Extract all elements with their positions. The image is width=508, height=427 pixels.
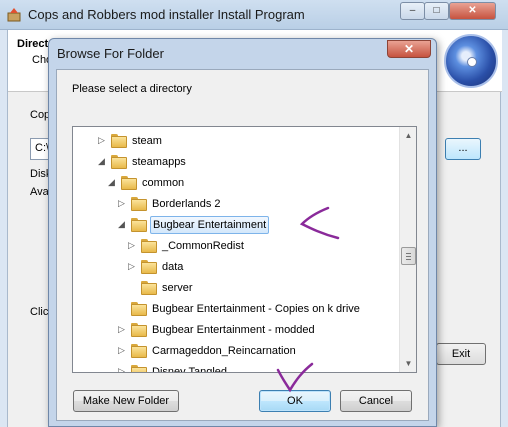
tree-item-label: common	[142, 177, 185, 189]
tree-item-label: Carmageddon_Reincarnation	[152, 345, 296, 357]
dialog-client: Please select a directory ▷ steam ◢ steamap…	[56, 69, 429, 421]
tree-item-label: server	[162, 282, 193, 294]
tree-item-label: Bugbear Entertainment	[150, 216, 270, 234]
expand-arrow-icon[interactable]: ▷	[117, 325, 126, 334]
installer-title: Cops and Robbers mod installer Install P…	[28, 7, 305, 22]
collapse-arrow-icon[interactable]: ◢	[117, 220, 126, 229]
expand-arrow-icon[interactable]: ▷	[117, 199, 126, 208]
tree-item-label: _CommonRedist	[162, 240, 244, 252]
tree-item[interactable]: ◢ common	[73, 173, 399, 194]
folder-icon	[141, 260, 157, 274]
tree-item[interactable]: ▷ Carmageddon_Reincarnation	[73, 341, 399, 362]
ok-button[interactable]: OK	[259, 390, 331, 412]
dialog-title: Browse For Folder	[57, 46, 164, 61]
folder-icon	[131, 323, 147, 337]
tree-item[interactable]: ▷ Bugbear Entertainment - modded	[73, 320, 399, 341]
expand-arrow-icon[interactable]: ▷	[117, 346, 126, 355]
tree-item[interactable]: ▷ Borderlands 2	[73, 194, 399, 215]
folder-icon	[121, 176, 137, 190]
tree-item-label: steam	[132, 135, 162, 147]
tree-item-label: Bugbear Entertainment - Copies on k driv…	[152, 303, 360, 315]
maximize-button[interactable]: □	[424, 2, 449, 20]
tree-item[interactable]: ▷ Disney Tangled	[73, 362, 399, 373]
tree-item[interactable]: ▷ steam	[73, 131, 399, 152]
dialog-prompt: Please select a directory	[72, 83, 192, 95]
expand-arrow-icon[interactable]: ▷	[97, 136, 106, 145]
tree-item[interactable]: Bugbear Entertainment - Copies on k driv…	[73, 299, 399, 320]
scroll-up-arrow-icon[interactable]: ▲	[401, 128, 416, 143]
exit-button[interactable]: Exit	[436, 343, 486, 365]
available-label: Ava	[30, 186, 49, 198]
folder-icon	[111, 134, 127, 148]
folder-icon	[131, 197, 147, 211]
browse-button[interactable]: ...	[445, 138, 481, 160]
installer-titlebar: Cops and Robbers mod installer Install P…	[0, 0, 508, 30]
expand-arrow-icon[interactable]: ▷	[127, 241, 136, 250]
make-new-folder-button[interactable]: Make New Folder	[73, 390, 179, 412]
expand-arrow-icon[interactable]: ▷	[117, 367, 126, 373]
tree-item[interactable]: ▷ data	[73, 257, 399, 278]
installer-close-button[interactable]: ✕	[449, 2, 496, 20]
minimize-button[interactable]: –	[400, 2, 425, 20]
folder-icon	[131, 365, 147, 372]
tree-item[interactable]: ◢ Bugbear Entertainment	[73, 215, 399, 236]
folder-tree[interactable]: ▷ steam ◢ steamapps ◢ common ▷ Borderlands 2 ◢ Bu…	[72, 126, 417, 373]
scroll-down-arrow-icon[interactable]: ▼	[401, 356, 416, 371]
tree-item-label: steamapps	[132, 156, 186, 168]
browse-folder-dialog: Browse For Folder ✕ Please select a dire…	[48, 38, 437, 427]
tree-item[interactable]: ◢ steamapps	[73, 152, 399, 173]
tree-item-label: Bugbear Entertainment - modded	[152, 324, 315, 336]
disc-icon	[444, 34, 498, 88]
tree-item-label: data	[162, 261, 184, 273]
scroll-thumb[interactable]	[401, 247, 416, 265]
folder-icon	[131, 218, 147, 232]
installer-icon	[7, 8, 21, 22]
tree-item[interactable]: ▷ _CommonRedist	[73, 236, 399, 257]
dialog-close-button[interactable]: ✕	[387, 40, 431, 58]
folder-icon	[111, 155, 127, 169]
folder-icon	[141, 239, 157, 253]
tree-scrollbar[interactable]: ▲ ▼	[399, 127, 416, 372]
tree-item-label: Borderlands 2	[152, 198, 221, 210]
folder-icon	[141, 281, 157, 295]
folder-icon	[131, 302, 147, 316]
cancel-button[interactable]: Cancel	[340, 390, 412, 412]
expand-arrow-icon[interactable]: ▷	[127, 262, 136, 271]
folder-icon	[131, 344, 147, 358]
tree-item[interactable]: server	[73, 278, 399, 299]
collapse-arrow-icon[interactable]: ◢	[97, 157, 106, 166]
collapse-arrow-icon[interactable]: ◢	[107, 178, 116, 187]
tree-item-label: Disney Tangled	[152, 366, 228, 373]
